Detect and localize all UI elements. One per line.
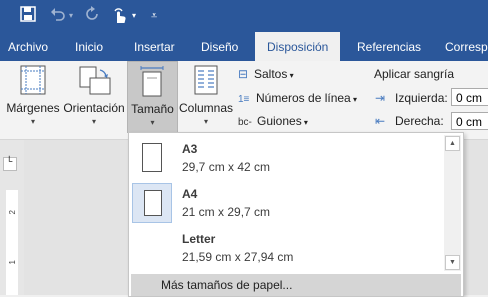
paper-size-a4[interactable]: A4 21 cm x 29,7 cm xyxy=(129,180,443,224)
page-icon xyxy=(144,190,162,216)
columns-label: Columnas xyxy=(178,101,234,115)
ruler-mark: 1 xyxy=(8,260,17,265)
chevron-down-icon: ▾ xyxy=(150,118,155,127)
page-icon xyxy=(142,143,162,172)
save-icon[interactable] xyxy=(20,6,36,28)
breaks-icon: ⊟ xyxy=(238,67,249,81)
line-numbers-button[interactable]: 1≡ Números de línea ▾ xyxy=(238,91,357,105)
orientation-icon xyxy=(79,66,111,95)
tab-correspondencia[interactable]: Corresp xyxy=(445,32,488,61)
scroll-down-icon[interactable]: ▼ xyxy=(445,255,460,270)
paper-thumbnail xyxy=(132,228,172,268)
orientation-button[interactable]: Orientación ▾ xyxy=(62,61,126,131)
hyphenation-button[interactable]: bc- Guiones ▾ xyxy=(238,114,308,128)
hyphenation-label: Guiones xyxy=(257,114,302,128)
orientation-label: Orientación xyxy=(63,101,125,115)
ruler-mark: 2 xyxy=(8,210,17,215)
indent-left-label: ⇥ Izquierda: xyxy=(375,91,448,105)
more-paper-sizes-label: Más tamaños de papel... xyxy=(161,278,293,292)
tab-stop-icon: └ xyxy=(6,156,13,166)
hyphenation-icon: bc- xyxy=(238,117,252,128)
chevron-down-icon: ▾ xyxy=(350,95,357,104)
tab-archivo[interactable]: Archivo xyxy=(8,32,68,61)
breaks-button[interactable]: ⊟ Saltos ▾ xyxy=(238,67,294,81)
columns-icon xyxy=(194,65,218,95)
redo-icon[interactable] xyxy=(84,6,100,28)
margins-label: Márgenes xyxy=(6,101,60,115)
more-paper-sizes-button[interactable]: Más tamaños de papel... xyxy=(131,274,461,296)
indent-left-icon: ⇥ xyxy=(375,91,386,105)
tab-selector[interactable]: └ xyxy=(3,156,17,171)
margins-icon xyxy=(20,65,46,95)
chevron-down-icon: ▾ xyxy=(91,117,96,126)
chevron-down-icon: ▾ xyxy=(287,71,294,80)
indent-right-icon: ⇤ xyxy=(375,114,386,128)
breaks-label: Saltos xyxy=(254,67,288,81)
margins-button[interactable]: Márgenes ▾ xyxy=(4,61,62,131)
paper-size-a3[interactable]: A3 29,7 cm x 42 cm xyxy=(129,135,443,179)
ribbon-layout: Márgenes ▾ Orientación ▾ Tamaño ▾ Column… xyxy=(0,61,488,140)
indent-group-label: Aplicar sangría xyxy=(374,67,455,81)
columns-button[interactable]: Columnas ▾ xyxy=(177,61,235,131)
size-button[interactable]: Tamaño ▾ xyxy=(127,61,178,133)
tab-diseno[interactable]: Diseño xyxy=(201,32,251,61)
indent-right-label: ⇤ Derecha: xyxy=(375,114,444,128)
paper-size-name: A4 xyxy=(182,187,198,201)
tab-disposicion-label: Disposición xyxy=(267,40,329,54)
paper-size-dims: 21 cm x 29,7 cm xyxy=(182,205,271,219)
chevron-down-icon: ▾ xyxy=(30,117,35,126)
paper-size-dims: 29,7 cm x 42 cm xyxy=(182,160,271,174)
size-label: Tamaño xyxy=(131,102,174,116)
paper-thumbnail xyxy=(132,183,172,223)
paper-size-dropdown: A3 29,7 cm x 42 cm A4 21 cm x 29,7 cm Le… xyxy=(128,132,464,297)
customize-qat-icon[interactable]: ⩡ xyxy=(151,6,157,26)
chevron-down-icon: ▾ xyxy=(203,117,208,126)
line-numbers-icon: 1≡ xyxy=(238,94,250,105)
indent-right-input[interactable]: 0 cm xyxy=(451,112,488,130)
paper-size-name: A3 xyxy=(182,142,198,156)
chevron-down-icon[interactable]: ▾ xyxy=(132,6,136,26)
tab-insertar[interactable]: Insertar xyxy=(134,32,190,61)
indent-left-input[interactable]: 0 cm xyxy=(451,88,488,106)
tab-inicio[interactable]: Inicio xyxy=(75,32,119,61)
chevron-down-icon[interactable]: ▾ xyxy=(69,6,73,26)
undo-icon[interactable] xyxy=(50,6,66,28)
chevron-down-icon: ▾ xyxy=(301,118,308,127)
vertical-ruler[interactable]: 2 1 xyxy=(6,190,18,295)
quick-access-toolbar: ▾ ▾ ⩡ xyxy=(0,0,488,32)
tab-referencias[interactable]: Referencias xyxy=(357,32,427,61)
scroll-up-icon[interactable]: ▲ xyxy=(445,136,460,151)
paper-thumbnail xyxy=(132,138,172,178)
line-numbers-label: Números de línea xyxy=(256,91,351,105)
tab-disposicion[interactable]: Disposición xyxy=(255,32,340,61)
paper-size-letter[interactable]: Letter 21,59 cm x 27,94 cm xyxy=(129,225,443,269)
paper-size-name: Letter xyxy=(182,232,216,246)
touch-mode-icon[interactable] xyxy=(112,6,128,30)
dropdown-scrollbar[interactable]: ▲ ▼ xyxy=(444,135,461,271)
size-icon xyxy=(140,66,164,97)
paper-size-dims: 21,59 cm x 27,94 cm xyxy=(182,250,294,264)
ribbon-tabs: Archivo Inicio Insertar Diseño Disposici… xyxy=(0,32,488,61)
